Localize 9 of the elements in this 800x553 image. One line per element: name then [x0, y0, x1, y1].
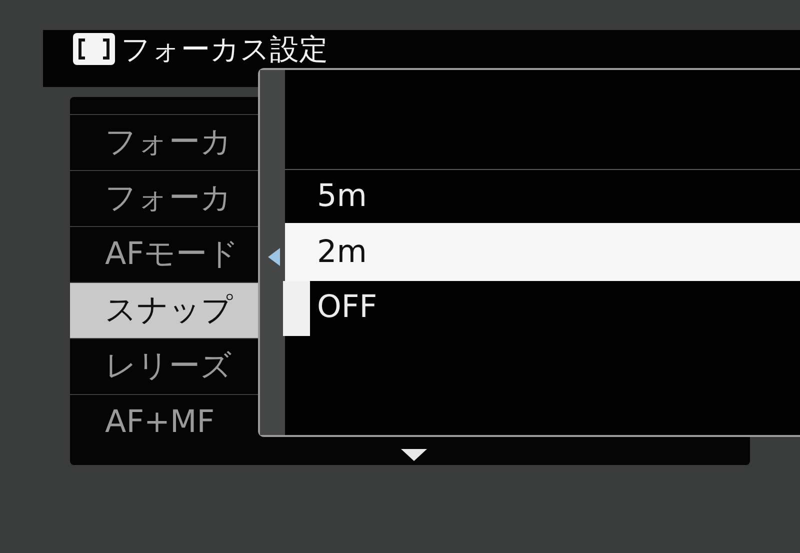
focus-frame-icon	[73, 33, 115, 65]
left-triangle-icon	[268, 248, 280, 266]
option-item[interactable]: 5m	[285, 170, 800, 223]
option-item[interactable]: 2m	[285, 223, 800, 281]
highlight-tab	[283, 281, 310, 336]
menu-title: フォーカス設定	[121, 33, 328, 65]
down-triangle-icon	[401, 449, 427, 461]
menu-item[interactable]: スナップ	[70, 282, 258, 338]
option-item[interactable]: OFF	[285, 281, 800, 334]
